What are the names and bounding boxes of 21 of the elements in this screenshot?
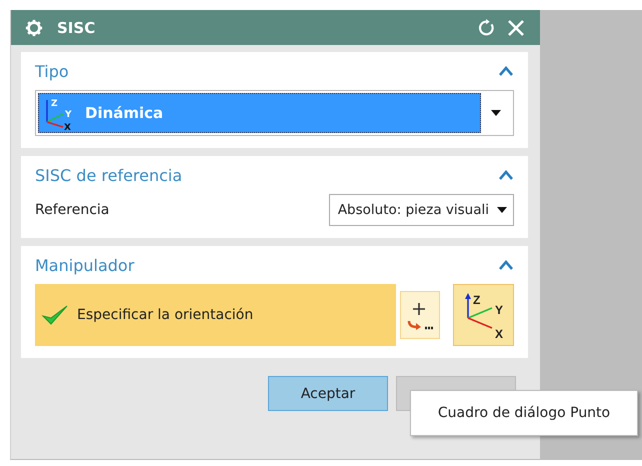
section-title: SISC de referencia — [35, 166, 182, 184]
collapse-icon[interactable] — [498, 65, 514, 77]
orientation-step[interactable]: Especificar la orientación — [35, 284, 396, 346]
ok-button[interactable]: Aceptar — [268, 376, 388, 411]
collapse-icon[interactable] — [498, 169, 514, 181]
tooltip: Cuadro de diálogo Punto — [410, 390, 638, 436]
window-title: SISC — [57, 18, 96, 36]
reset-icon[interactable] — [478, 18, 496, 36]
point-dialog-button[interactable] — [400, 291, 440, 339]
dropdown-value: Dinámica — [85, 104, 164, 122]
section-title: Manipulador — [35, 256, 134, 274]
type-dropdown[interactable]: Z Y X Dinámica — [35, 90, 514, 136]
caret-icon — [497, 207, 507, 213]
field-label: Referencia — [35, 202, 110, 218]
collapse-icon[interactable] — [498, 259, 514, 271]
close-icon[interactable] — [506, 18, 526, 38]
caret-icon — [491, 110, 501, 116]
settings-icon[interactable] — [25, 18, 43, 36]
step-label: Especificar la orientación — [77, 307, 254, 323]
reference-dropdown[interactable]: Absoluto: pieza visuali — [328, 194, 514, 226]
section-title: Tipo — [35, 62, 69, 80]
